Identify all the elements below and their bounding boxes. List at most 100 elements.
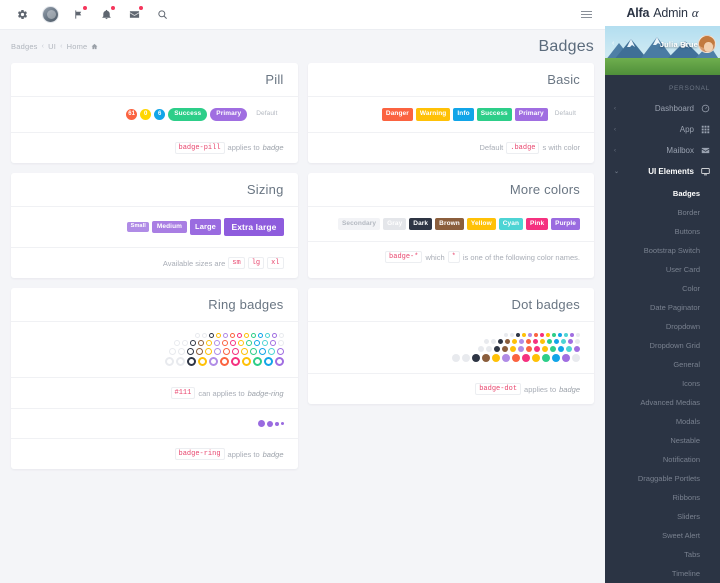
sidebar-subitem-badges[interactable]: Badges [605, 184, 720, 203]
sidebar-subitem-tabs[interactable]: Tabs [605, 545, 720, 564]
sidebar-subitem-border[interactable]: Border [605, 203, 720, 222]
badge-gray[interactable]: Gray [383, 217, 407, 230]
badge-success[interactable]: Success [476, 108, 512, 121]
ring-badge[interactable] [164, 357, 174, 366]
menu-toggle-button[interactable] [575, 0, 597, 30]
dot-badge[interactable] [558, 333, 562, 337]
dot-badge[interactable] [486, 346, 492, 352]
sidebar-item-ui-elements[interactable]: ⌄ UI Elements [605, 161, 720, 182]
dot-badge[interactable] [510, 333, 514, 337]
dot-badge[interactable] [502, 346, 508, 352]
breadcrumb-item-ui[interactable]: UI [48, 42, 56, 51]
badge-0[interactable]: 0 [140, 108, 152, 120]
ring-badge[interactable] [204, 348, 212, 355]
sidebar-subitem-dropdown-grid[interactable]: Dropdown Grid [605, 336, 720, 355]
sidebar-subitem-nestable[interactable]: Nestable [605, 431, 720, 450]
badge-large[interactable]: Large [189, 219, 222, 235]
dot-badge[interactable] [516, 333, 520, 337]
sidebar-subitem-user-card[interactable]: User Card [605, 260, 720, 279]
dot-badge[interactable] [540, 339, 545, 344]
ring-badge[interactable] [215, 333, 221, 338]
badge-extra-large[interactable]: Extra large [224, 217, 284, 236]
breadcrumb-item-badges[interactable]: Badges [11, 42, 38, 51]
sidebar-subitem-advanced-medias[interactable]: Advanced Medias [605, 393, 720, 412]
dot-badge[interactable] [518, 346, 524, 352]
brand-logo[interactable]: Alfa Admin α [605, 0, 720, 26]
ring-badge[interactable] [230, 357, 240, 366]
badge-medium[interactable]: Medium [152, 220, 187, 233]
dot-badge[interactable] [570, 333, 574, 337]
ring-badge[interactable] [186, 348, 194, 355]
dot-badge[interactable] [512, 339, 517, 344]
sidebar-subitem-notification[interactable]: Notification [605, 450, 720, 469]
profile-avatar[interactable] [698, 35, 716, 53]
dot-badge[interactable] [547, 339, 552, 344]
ring-badge[interactable] [173, 340, 180, 346]
ring-solid-dot[interactable] [280, 422, 284, 425]
ring-badge[interactable] [237, 340, 244, 346]
ring-badge[interactable] [252, 357, 262, 366]
dot-badge[interactable] [502, 354, 510, 362]
ring-badge[interactable] [267, 348, 275, 355]
ring-badge[interactable] [236, 333, 242, 338]
sidebar-subitem-ribbons[interactable]: Ribbons [605, 488, 720, 507]
dot-badge[interactable] [494, 346, 500, 352]
dot-badge[interactable] [510, 346, 516, 352]
dot-badge[interactable] [552, 354, 560, 362]
ring-badge[interactable] [213, 340, 220, 346]
bell-icon[interactable] [92, 0, 120, 30]
ring-badge[interactable] [177, 348, 185, 355]
sidebar-subitem-buttons[interactable]: Buttons [605, 222, 720, 241]
dot-badge[interactable] [519, 339, 524, 344]
badge-dark[interactable]: Dark [409, 217, 433, 230]
ring-badge[interactable] [168, 348, 176, 355]
ring-badge[interactable] [208, 357, 218, 366]
dot-badge[interactable] [522, 333, 526, 337]
ring-badge[interactable] [195, 348, 203, 355]
badge-default[interactable]: Default [551, 108, 580, 121]
dot-badge[interactable] [542, 354, 550, 362]
ring-badge[interactable] [231, 348, 239, 355]
dot-badge[interactable] [562, 354, 570, 362]
ring-badge[interactable] [250, 333, 256, 338]
ring-solid-dot[interactable] [266, 420, 273, 427]
ring-badge[interactable] [263, 357, 273, 366]
home-icon[interactable] [91, 43, 98, 50]
ring-badge[interactable] [213, 348, 221, 355]
dot-badge[interactable] [552, 333, 556, 337]
ring-badge[interactable] [274, 357, 284, 366]
dot-badge[interactable] [564, 333, 568, 337]
sidebar-subitem-dropdown[interactable]: Dropdown [605, 317, 720, 336]
dot-badge[interactable] [533, 339, 538, 344]
dot-badge[interactable] [526, 346, 532, 352]
ring-badge[interactable] [197, 357, 207, 366]
ring-badge[interactable] [240, 348, 248, 355]
badge-secondary[interactable]: Secondary [337, 217, 381, 230]
breadcrumb-item-home[interactable]: Home [67, 42, 88, 51]
dot-badge[interactable] [484, 339, 489, 344]
ring-badge[interactable] [276, 348, 284, 355]
dot-badge[interactable] [542, 346, 548, 352]
dot-badge[interactable] [532, 354, 540, 362]
dot-badge[interactable] [576, 333, 580, 337]
dot-badge[interactable] [522, 354, 530, 362]
ring-badge[interactable] [245, 340, 252, 346]
ring-badge[interactable] [189, 340, 196, 346]
dot-badge[interactable] [505, 339, 510, 344]
dot-badge[interactable] [568, 339, 573, 344]
ring-badge[interactable] [175, 357, 185, 366]
dot-badge[interactable] [534, 346, 540, 352]
ring-badge[interactable] [186, 357, 196, 366]
flag-icon[interactable] [64, 0, 92, 30]
ring-badge[interactable] [194, 333, 200, 338]
ring-badge[interactable] [181, 340, 188, 346]
dot-badge[interactable] [575, 339, 580, 344]
badge-warning[interactable]: Warning [415, 108, 451, 121]
dot-badge[interactable] [492, 354, 500, 362]
badge-small[interactable]: Small [127, 221, 150, 232]
ring-badge[interactable] [197, 340, 204, 346]
badge-61[interactable]: 61 [126, 108, 138, 120]
badge-6[interactable]: 6 [154, 108, 166, 120]
sidebar-subitem-date-paginator[interactable]: Date Paginator [605, 298, 720, 317]
badge-danger[interactable]: Danger [381, 108, 413, 121]
